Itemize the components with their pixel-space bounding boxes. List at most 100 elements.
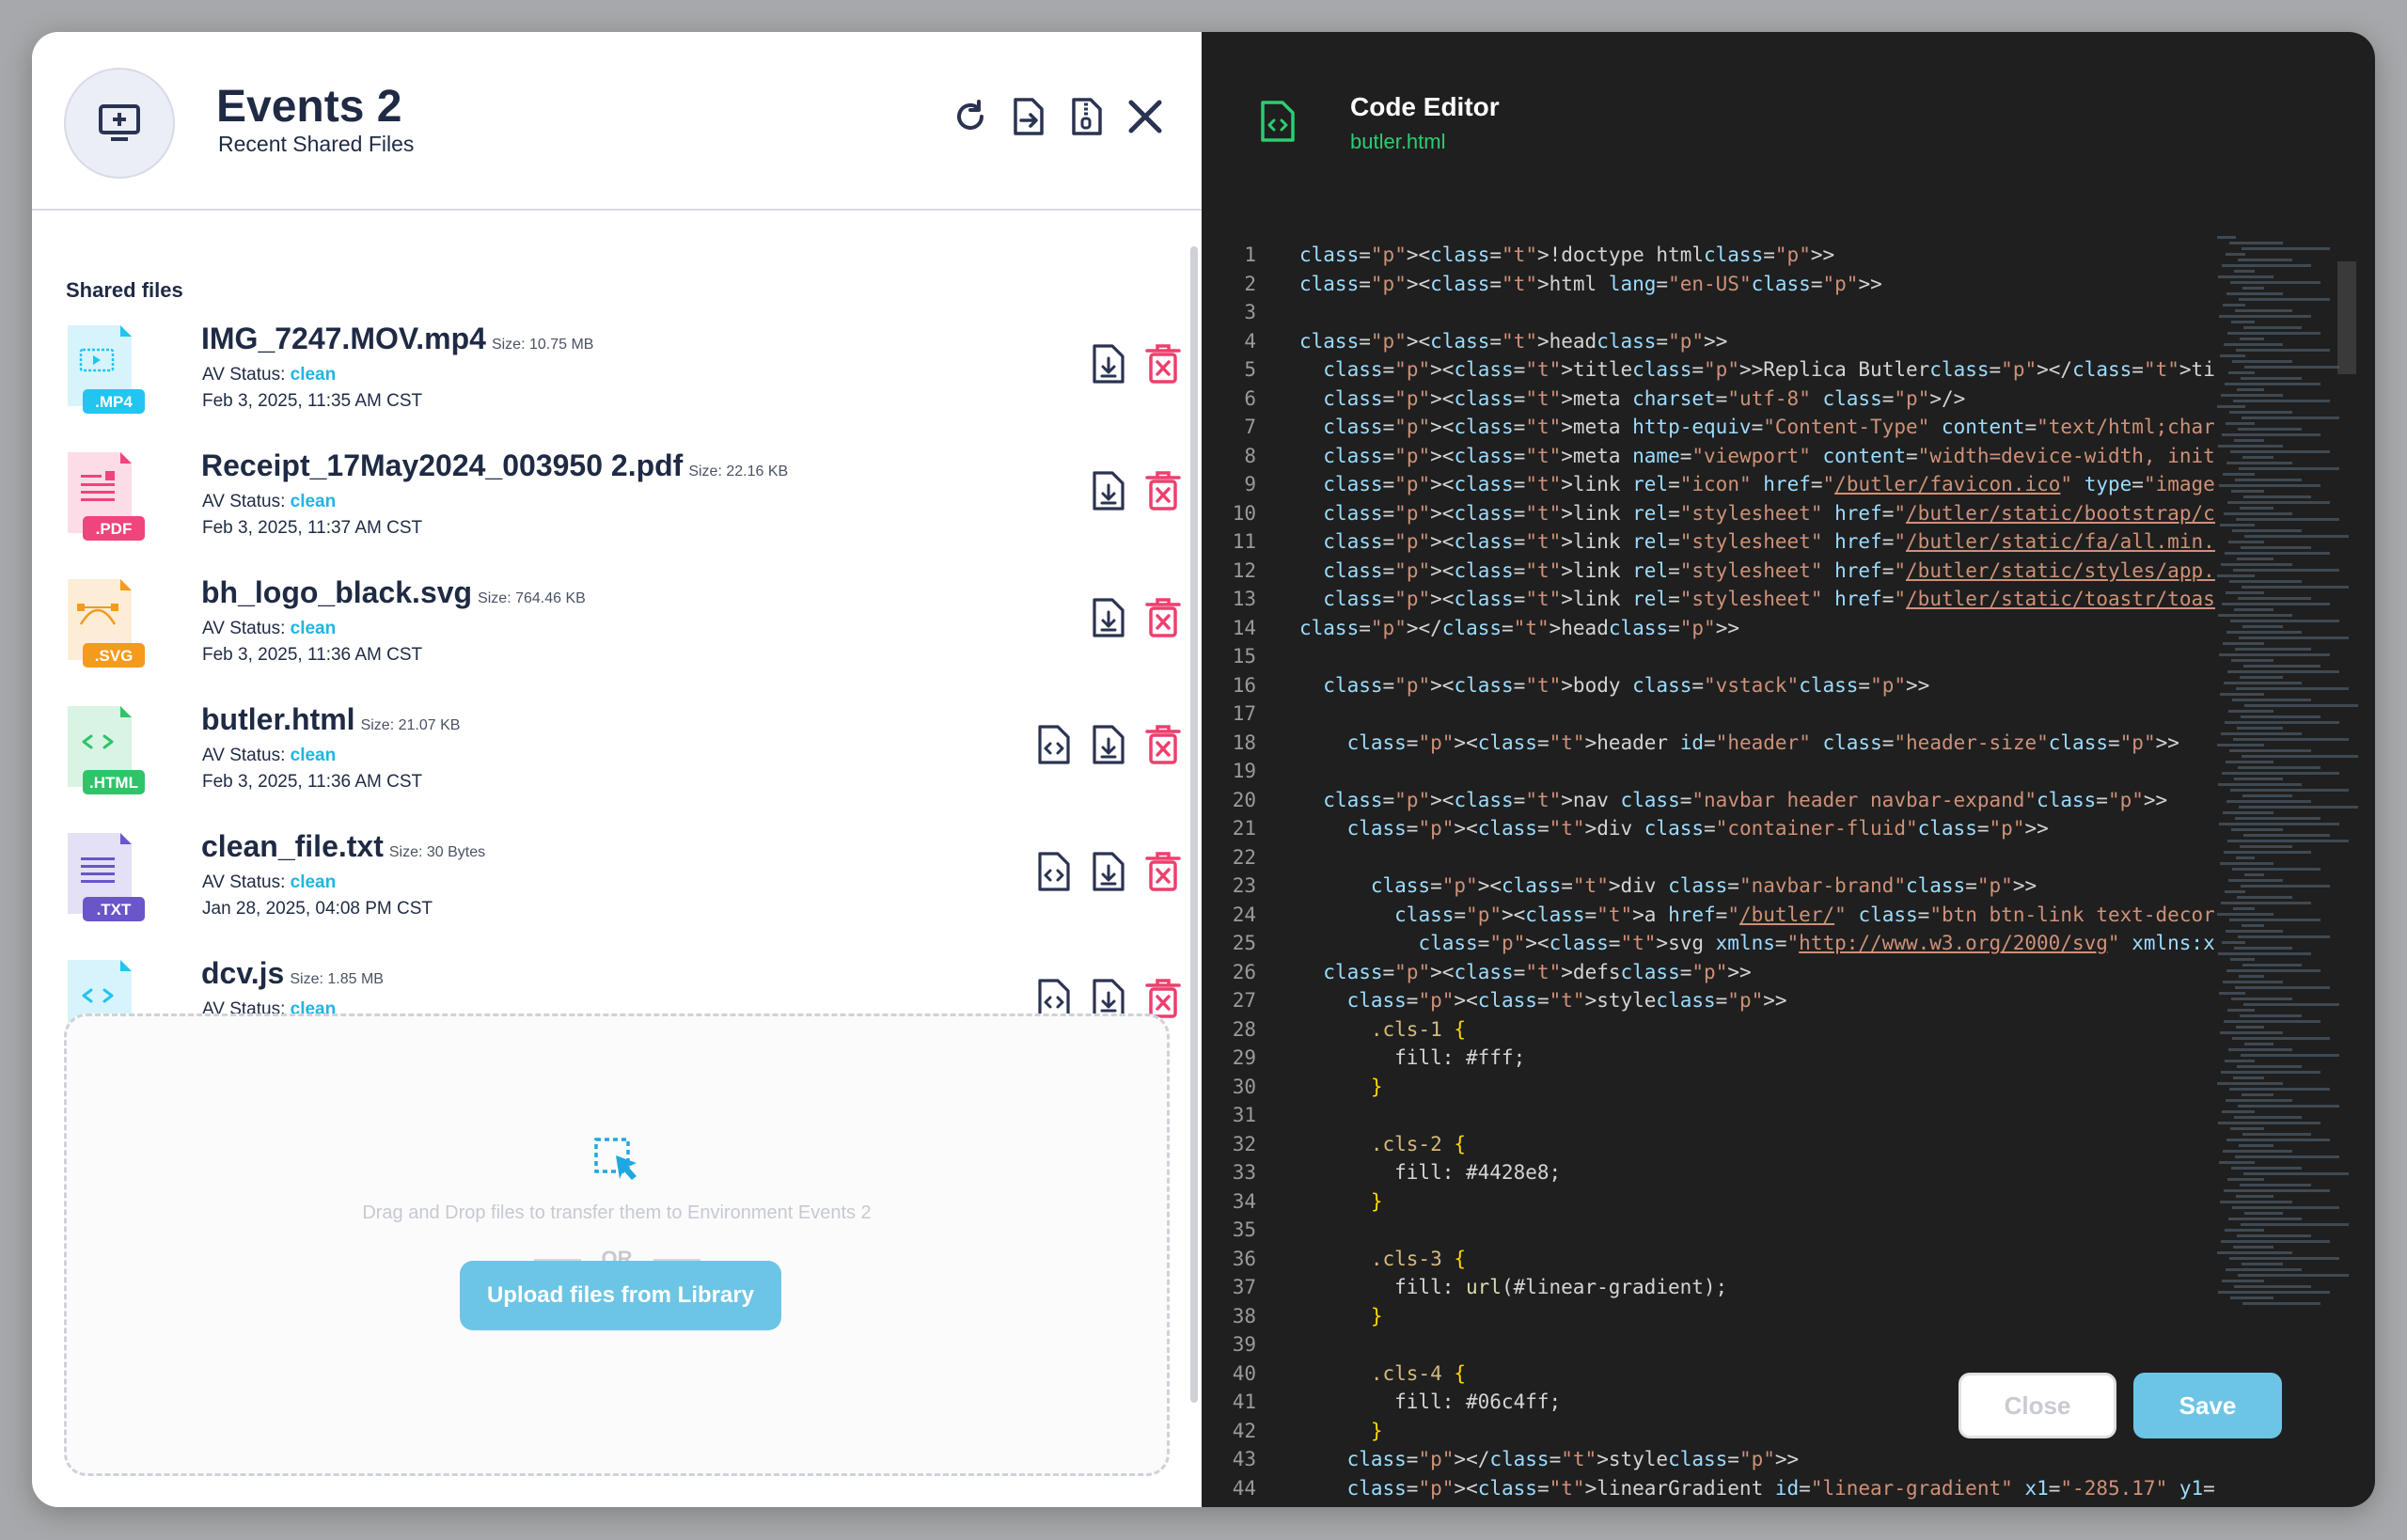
delete-button[interactable] [1143, 469, 1183, 512]
minimap-line [2226, 800, 2311, 803]
delete-button[interactable] [1143, 596, 1183, 639]
file-date: Jan 28, 2025, 04:08 PM CST [202, 899, 433, 919]
svg-text:.HTML: .HTML [89, 774, 138, 792]
minimap-line [2235, 479, 2302, 481]
minimap-line [2217, 744, 2264, 746]
file-size: Size: 10.75 MB [491, 337, 594, 353]
file-name-text: dcv.js [201, 956, 285, 990]
minimap-line [2226, 422, 2255, 425]
code-lines[interactable]: class="p"><class="t">!doctype htmlclass=… [1299, 241, 2215, 1507]
minimap-line [2218, 614, 2292, 617]
file-row[interactable]: .MP4 IMG_7247.MOV.mp4 Size: 10.75 MB AV Sta… [64, 322, 1183, 434]
save-button[interactable]: Save [2133, 1373, 2282, 1438]
line-number: 5 [1244, 358, 1256, 381]
minimap-line [2237, 1065, 2302, 1068]
delete-button[interactable] [1143, 342, 1183, 385]
minimap-line [2230, 958, 2255, 961]
minimap-line [2221, 902, 2311, 904]
line-number: 23 [1232, 874, 1256, 897]
minimap-line [2221, 394, 2283, 397]
minimap-line [2218, 445, 2283, 448]
minimap-line [2236, 518, 2339, 521]
minimap-line [2230, 1127, 2264, 1130]
minimap-line [2226, 1268, 2302, 1271]
download-button[interactable] [1089, 469, 1128, 512]
view-code-button[interactable] [1034, 723, 1074, 766]
close-button[interactable]: Close [1959, 1373, 2116, 1438]
code-line: class="p"><class="t">a href="/butler/" c… [1394, 903, 2215, 926]
code-line: class="p"><class="t">svg xmlns="http://w… [1418, 932, 2215, 954]
download-button[interactable] [1089, 342, 1128, 385]
minimap-line [2236, 687, 2349, 690]
view-code-icon [1038, 725, 1070, 764]
close-panel-button[interactable] [1126, 96, 1164, 137]
line-number: 38 [1232, 1304, 1256, 1328]
minimap-line [2225, 890, 2245, 893]
minimap-line [2233, 1076, 2264, 1079]
minimap-line [2217, 236, 2236, 239]
minimap-line [2242, 416, 2339, 419]
minimap-line [2222, 1280, 2264, 1282]
minimap-line [2224, 343, 2283, 346]
download-icon [1093, 471, 1125, 511]
download-button[interactable] [1089, 850, 1128, 893]
line-number: 8 [1244, 444, 1256, 467]
file-row[interactable]: .TXT clean_file.txt Size: 30 Bytes AV Statu… [64, 829, 1183, 942]
minimap-line [2243, 665, 2320, 668]
minimap-line [2228, 1048, 2292, 1051]
line-number: 4 [1244, 329, 1256, 353]
minimap-line [2238, 1274, 2349, 1277]
minimap-line [2219, 992, 2245, 995]
line-number: 34 [1232, 1189, 1256, 1213]
minimap-scrollbar[interactable] [2337, 261, 2356, 374]
upload-from-library-button[interactable]: Upload files from Library [460, 1261, 781, 1330]
minimap-line [2226, 1139, 2330, 1141]
code-line: class="p"><class="t">meta name="viewport… [1323, 444, 2215, 467]
minimap-line [2226, 969, 2320, 972]
minimap-line [2221, 732, 2302, 735]
minimap-line [2231, 1167, 2302, 1170]
minimap-line [2224, 1189, 2330, 1192]
av-status: AV Status: clean [202, 746, 336, 766]
page-subtitle: Recent Shared Files [218, 132, 415, 156]
minimap-line [2227, 1178, 2264, 1181]
export-button[interactable] [1010, 96, 1047, 137]
file-row[interactable]: .SVG bh_logo_black.svg Size: 764.46 KB AV S… [64, 575, 1183, 688]
minimap-line [2223, 1150, 2292, 1153]
minimap-line [2235, 817, 2320, 820]
list-scrollbar[interactable] [1190, 246, 1198, 1403]
refresh-button[interactable] [952, 96, 989, 137]
file-date: Feb 3, 2025, 11:36 AM CST [202, 772, 423, 792]
zip-download-button[interactable] [1068, 96, 1106, 137]
close-icon [1128, 100, 1162, 134]
monitor-add-icon [99, 104, 140, 141]
file-row[interactable]: .PDF Receipt_17May2024_003950 2.pdf Size: … [64, 448, 1183, 561]
minimap-line [2219, 823, 2339, 825]
view-code-button[interactable] [1034, 850, 1074, 893]
minimap-line [2242, 247, 2330, 250]
drop-zone-text: Drag and Drop files to transfer them to … [362, 1202, 872, 1223]
av-status: AV Status: clean [202, 365, 336, 385]
minimap-line [2239, 806, 2358, 809]
delete-button[interactable] [1143, 850, 1183, 893]
delete-button[interactable] [1143, 723, 1183, 766]
minimap-line [2238, 597, 2311, 600]
code-line: } [1370, 1075, 1383, 1098]
file-row[interactable]: .HTML butler.html Size: 21.07 KB AV Status:… [64, 702, 1183, 815]
code-minimap[interactable] [2217, 233, 2358, 1507]
line-number: 33 [1232, 1161, 1256, 1184]
minimap-line [2239, 298, 2330, 301]
download-button[interactable] [1089, 723, 1128, 766]
code-line: class="p"></class="t">styleclass="p">> [1346, 1448, 1800, 1470]
line-number: 18 [1232, 731, 1256, 754]
code-area[interactable]: 1 2 3 4 5 6 7 8 9 10 11 12 13 14 15 16 17 18 19 20 21 22 23 24 2… [1202, 211, 2375, 1507]
av-status-value: clean [290, 872, 337, 892]
line-number: 25 [1232, 932, 1256, 954]
file-type-icon: .TXT [68, 833, 145, 921]
line-number: 24 [1232, 903, 1256, 926]
drop-zone[interactable]: Drag and Drop files to transfer them to … [64, 1014, 1170, 1476]
minimap-line [2230, 789, 2349, 792]
download-button[interactable] [1089, 596, 1128, 639]
minimap-line [2244, 366, 2339, 369]
